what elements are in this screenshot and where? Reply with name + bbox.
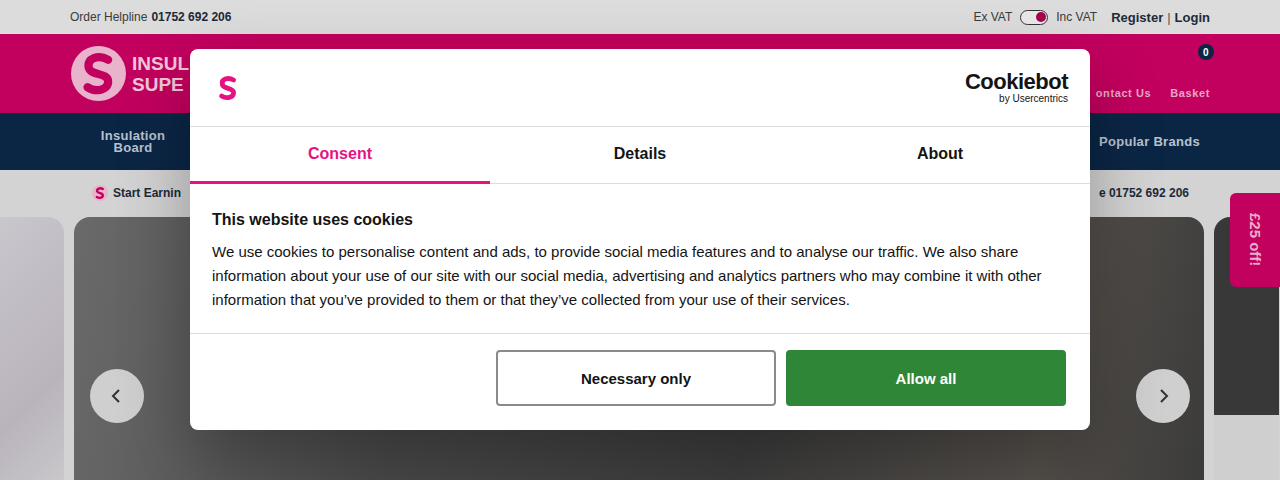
ex-vat-label: Ex VAT	[973, 10, 1012, 24]
vat-toggle[interactable]	[1020, 10, 1048, 25]
rewards-link[interactable]: Start Earnin	[92, 185, 181, 201]
header-link[interactable]: ontact Us	[1096, 87, 1152, 99]
toggle-knob	[1036, 12, 1046, 22]
dialog-title: This website uses cookies	[212, 210, 1068, 230]
helpline-label: Order Helpline	[70, 10, 147, 24]
logo-icon	[71, 46, 126, 101]
dialog-tab[interactable]: About	[790, 127, 1090, 184]
chevron-right-icon	[1154, 387, 1172, 405]
prev-button[interactable]	[90, 369, 144, 423]
discount-text: £25 off!	[1247, 213, 1264, 266]
inc-vat-label: Inc VAT	[1056, 10, 1097, 24]
logo-line: SUPE	[132, 74, 189, 95]
brand-sub: by Usercentrics	[999, 94, 1068, 104]
allow-all-button[interactable]: Allow all	[786, 350, 1066, 406]
phone-text[interactable]: e 01752 692 206	[1099, 186, 1189, 200]
next-button[interactable]	[1136, 369, 1190, 423]
header-links: ontact Us Basket0	[1096, 87, 1210, 113]
dialog-body: This website uses cookies We use cookies …	[190, 184, 1090, 334]
dialog-tab[interactable]: Details	[490, 127, 790, 184]
brand-name: Cookiebot	[965, 71, 1068, 93]
logo-text: INSULSUPE	[132, 53, 189, 95]
nav-item[interactable]: Insulation Board	[88, 130, 178, 154]
rewards-icon	[92, 185, 108, 201]
auth-links: Register | Login	[1111, 10, 1210, 25]
register-link[interactable]: Register	[1111, 10, 1163, 25]
nav-item[interactable]: Popular Brands	[1099, 136, 1200, 148]
login-link[interactable]: Login	[1175, 10, 1210, 25]
necessary-only-button[interactable]: Necessary only	[496, 350, 776, 406]
dialog-text: We use cookies to personalise content an…	[212, 240, 1068, 312]
separator: |	[1167, 10, 1170, 25]
vat-switch: Ex VAT Inc VAT Register | Login	[973, 10, 1210, 25]
dialog-tab[interactable]: Consent	[190, 127, 490, 184]
logo-line: INSUL	[132, 53, 189, 74]
discount-tab[interactable]: £25 off!	[1230, 193, 1280, 287]
top-bar: Order Helpline 01752 692 206 Ex VAT Inc VAT…	[0, 0, 1280, 34]
cookiebot-logo: Cookiebotby Usercentrics	[965, 71, 1068, 104]
dialog-tabs: ConsentDetailsAbout	[190, 127, 1090, 184]
site-logo[interactable]: INSULSUPE	[71, 46, 189, 101]
chevron-left-icon	[108, 387, 126, 405]
basket-count: 0	[1198, 44, 1214, 60]
dialog-buttons: Necessary onlyAllow all	[190, 334, 1090, 430]
page: Order Helpline 01752 692 206 Ex VAT Inc VAT…	[0, 0, 1280, 480]
helpline: Order Helpline 01752 692 206	[70, 10, 231, 24]
header-link[interactable]: Basket0	[1170, 87, 1210, 99]
dialog-header: Cookiebotby Usercentrics	[190, 49, 1090, 127]
prev-slide	[0, 217, 64, 480]
site-logo-icon	[212, 72, 244, 104]
rewards-text: Start Earnin	[113, 186, 181, 200]
cookie-dialog: Cookiebotby Usercentrics ConsentDetailsAb…	[190, 49, 1090, 430]
helpline-number[interactable]: 01752 692 206	[151, 10, 231, 24]
